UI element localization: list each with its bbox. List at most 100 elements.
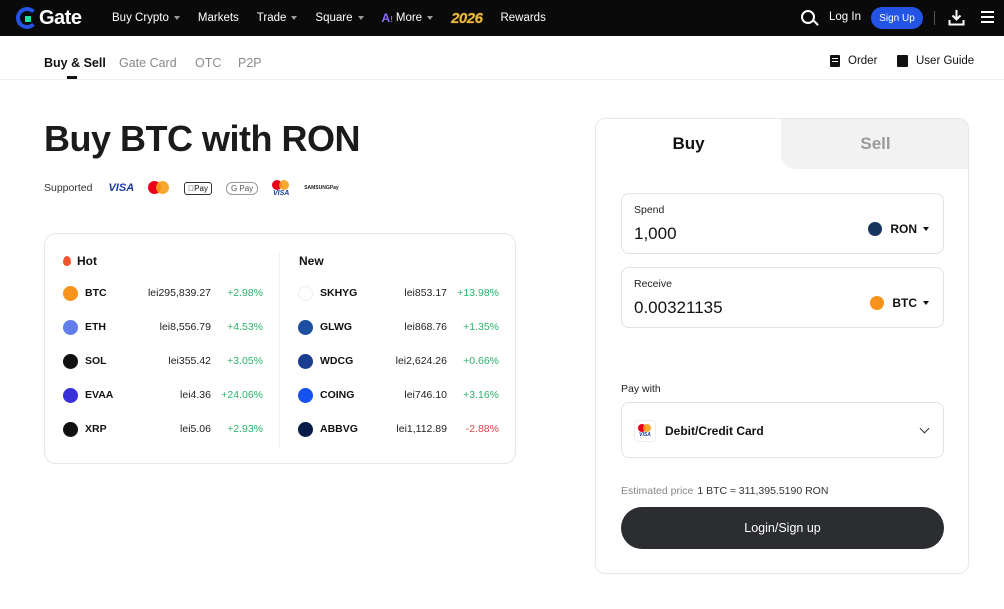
- apple-pay-text: Pay: [188, 183, 208, 193]
- market-row[interactable]: SKHYG lei853.17 +13.98%: [298, 285, 499, 301]
- spend-currency-select[interactable]: RON: [868, 222, 929, 236]
- samsung-pay-text: Pay: [323, 185, 339, 191]
- coin-change: +24.06%: [221, 389, 263, 401]
- card-icon: VISA: [634, 420, 656, 442]
- market-row[interactable]: XRP lei5.06 +2.93%: [63, 421, 263, 437]
- spend-input[interactable]: 1,000: [634, 224, 677, 244]
- sell-tab[interactable]: Sell: [781, 119, 968, 169]
- market-row[interactable]: ABBVG lei1,112.89 -2.88%: [298, 421, 499, 437]
- coin-symbol: GLWG: [320, 321, 353, 333]
- coin-price: lei868.76: [404, 321, 447, 333]
- user-guide-link[interactable]: User Guide: [897, 55, 974, 67]
- mastercard-visa-logo: VISA: [272, 179, 290, 197]
- mastercard-logo: [148, 181, 170, 195]
- google-pay-logo: G Pay: [225, 181, 259, 195]
- tab-buy-sell[interactable]: Buy & Sell: [44, 56, 106, 70]
- login-signup-button[interactable]: Login/Sign up: [621, 507, 944, 549]
- estimated-price-value: 1 BTC ≈ 311,395.5190 RON: [697, 485, 829, 497]
- coin-icon: [63, 421, 78, 437]
- tab-gate-card[interactable]: Gate Card: [119, 56, 177, 70]
- nav-markets[interactable]: Markets: [198, 12, 239, 24]
- order-label: Order: [848, 55, 878, 67]
- gate-logo-text: Gate: [39, 6, 82, 29]
- active-tab-indicator: [67, 76, 77, 79]
- coin-symbol: ETH: [85, 321, 106, 333]
- visa-small-text: VISA: [639, 432, 651, 438]
- coin-symbol: EVAA: [85, 389, 114, 401]
- market-row[interactable]: ETH lei8,556.79 +4.53%: [63, 319, 263, 335]
- receive-label: Receive: [634, 278, 672, 290]
- payment-method-select[interactable]: VISA Debit/Credit Card: [621, 402, 944, 458]
- ai-icon: A!: [381, 11, 393, 25]
- mastercard-icon: [148, 181, 170, 195]
- coin-icon: [63, 387, 78, 403]
- coin-icon: [298, 319, 313, 335]
- market-row[interactable]: BTC lei295,839.27 +2.98%: [63, 285, 263, 301]
- user-guide-label: User Guide: [916, 55, 975, 67]
- nav-trade-label: Trade: [256, 12, 287, 24]
- coin-symbol: COING: [320, 389, 355, 401]
- nav-2026-badge[interactable]: 2026: [451, 9, 483, 27]
- supported-label: Supported: [44, 182, 93, 194]
- market-row[interactable]: SOL lei355.42 +3.05%: [63, 353, 263, 369]
- chevron-down-icon: [919, 423, 930, 434]
- market-row[interactable]: EVAA lei4.36 +24.06%: [63, 387, 263, 403]
- nav-buy-crypto[interactable]: Buy Crypto: [112, 12, 180, 24]
- coin-change: +3.16%: [463, 389, 499, 401]
- btc-icon: [870, 296, 885, 310]
- receive-field[interactable]: Receive 0.00321135 BTC: [621, 267, 944, 328]
- trade-panel: Buy Sell Spend 1,000 RON Receive 0.00321…: [595, 118, 969, 574]
- chevron-down-icon: [291, 16, 298, 20]
- hot-header: Hot: [63, 254, 97, 268]
- chevron-down-icon: [427, 16, 434, 20]
- hamburger-menu-icon[interactable]: [981, 11, 994, 23]
- nav-more[interactable]: A! More: [382, 11, 434, 25]
- coin-icon: [298, 285, 313, 301]
- coin-icon: [298, 353, 313, 369]
- market-row[interactable]: WDCG lei2,624.26 +0.66%: [298, 353, 499, 369]
- payment-method-label: Debit/Credit Card: [665, 424, 764, 438]
- gate-logo[interactable]: Gate: [16, 6, 82, 30]
- login-link[interactable]: Log In: [829, 11, 861, 23]
- coin-change: +1.35%: [463, 321, 499, 333]
- nav-square[interactable]: Square: [315, 12, 364, 24]
- coin-change: +3.05%: [227, 355, 263, 367]
- coin-change: +4.53%: [227, 321, 263, 333]
- top-navigation-bar: Gate Buy Crypto Markets Trade Square A! M…: [0, 0, 1004, 36]
- column-divider: [279, 252, 280, 448]
- coin-price: lei295,839.27: [147, 287, 211, 299]
- tab-otc[interactable]: OTC: [195, 56, 221, 70]
- coin-change: +13.98%: [457, 287, 499, 299]
- nav-trade[interactable]: Trade: [257, 12, 298, 24]
- coin-price: lei4.36: [180, 389, 211, 401]
- year-badge-text: 2026: [451, 9, 483, 27]
- market-card: Hot New BTC lei295,839.27 +2.98% ETH lei8,55…: [44, 233, 516, 464]
- coin-price: lei1,112.89: [396, 423, 447, 435]
- nav-buy-crypto-label: Buy Crypto: [112, 12, 169, 24]
- coin-icon: [63, 353, 78, 369]
- coin-icon: [298, 387, 313, 403]
- nav-rewards[interactable]: Rewards: [500, 12, 545, 24]
- buy-tab[interactable]: Buy: [596, 119, 781, 169]
- spend-field[interactable]: Spend 1,000 RON: [621, 193, 944, 254]
- market-row[interactable]: GLWG lei868.76 +1.35%: [298, 319, 499, 335]
- market-row[interactable]: COING lei746.10 +3.16%: [298, 387, 499, 403]
- fire-icon: [63, 256, 71, 266]
- coin-price: lei355.42: [168, 355, 211, 367]
- samsung-text: SAMSUNG: [298, 185, 330, 191]
- tab-p2p[interactable]: P2P: [238, 56, 262, 70]
- receive-input[interactable]: 0.00321135: [634, 298, 723, 318]
- receive-currency-label: BTC: [892, 296, 917, 310]
- chevron-down-icon: [173, 16, 180, 20]
- order-link[interactable]: Order: [830, 55, 877, 67]
- gate-logo-icon: [16, 7, 38, 29]
- coin-icon: [63, 285, 78, 301]
- download-icon[interactable]: [948, 9, 965, 26]
- mastercard-icon: [272, 179, 290, 190]
- search-icon[interactable]: [801, 10, 815, 24]
- receive-currency-select[interactable]: BTC: [870, 296, 929, 310]
- coin-symbol: ABBVG: [320, 423, 358, 435]
- coin-price: lei2,624.26: [395, 355, 447, 367]
- signup-button[interactable]: Sign Up: [871, 7, 923, 29]
- estimated-price-label: Estimated price: [621, 485, 694, 497]
